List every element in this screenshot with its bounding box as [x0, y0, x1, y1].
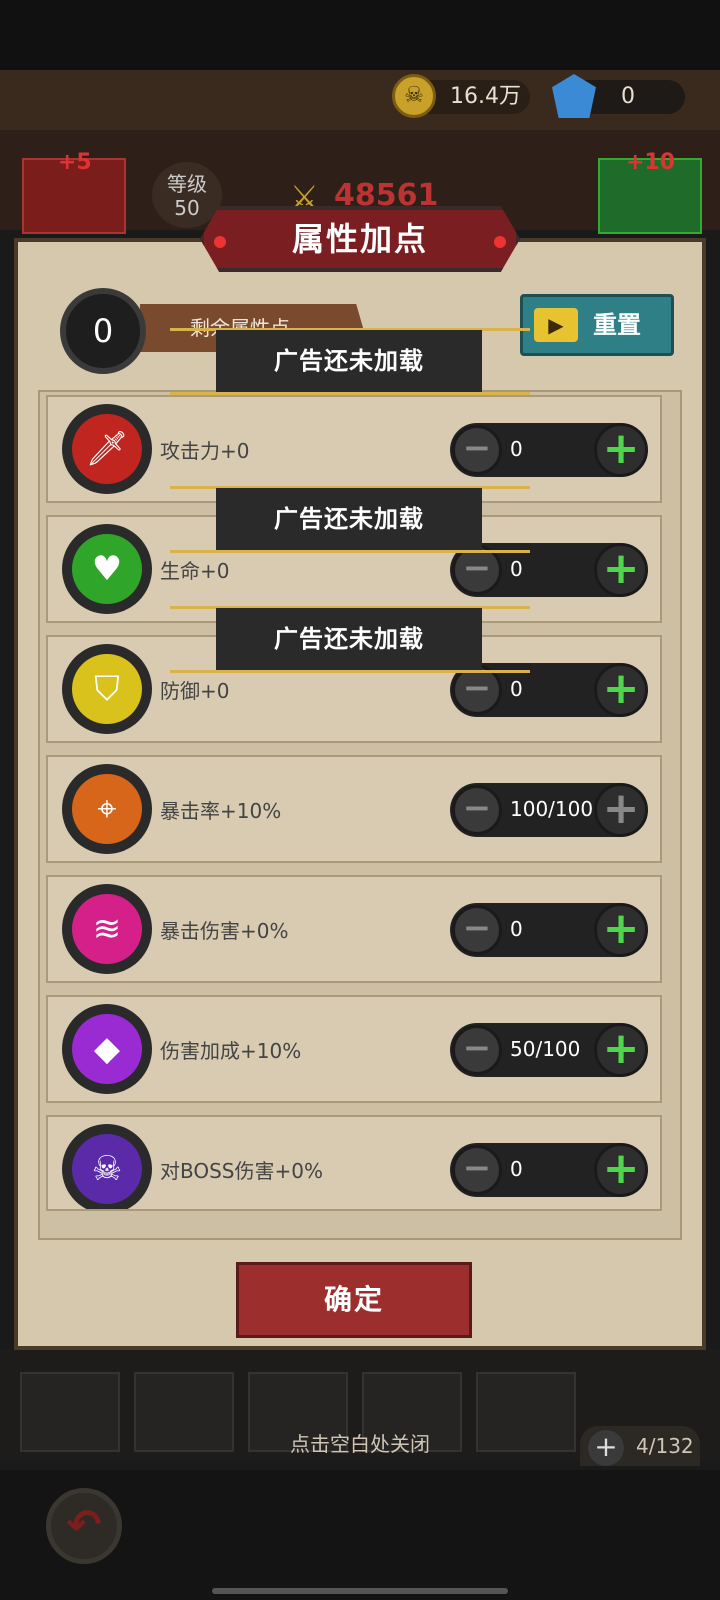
left-slot-bonus: +5	[58, 150, 92, 175]
toast-divider	[170, 550, 530, 553]
increase-button-disabled[interactable]: +	[594, 783, 648, 837]
claw-icon: ≋	[72, 894, 142, 964]
decrease-button[interactable]: −	[452, 785, 502, 835]
crystal-icon: ◆	[72, 1014, 142, 1084]
attribute-value: 0	[510, 677, 523, 701]
status-bar	[0, 0, 720, 70]
ad-not-loaded-toast: 广告还未加载	[216, 608, 482, 670]
attribute-label: 攻击力+0	[160, 439, 250, 463]
level-value: 50	[174, 196, 200, 220]
increase-button[interactable]: +	[594, 543, 648, 597]
heart-icon: ♥	[72, 534, 142, 604]
attribute-value: 0	[510, 557, 523, 581]
decrease-button[interactable]: −	[452, 1025, 502, 1075]
attribute-label: 生命+0	[160, 559, 230, 583]
attribute-value: 0	[510, 1157, 523, 1181]
increase-button[interactable]: +	[594, 1143, 648, 1197]
attribute-value: 100/100	[510, 797, 594, 821]
shield-icon: ⛉	[72, 654, 142, 724]
right-slot-bonus: +10	[626, 150, 676, 175]
attribute-row-crit-rate: ⌖ 暴击率+10% − 100/100 +	[46, 755, 662, 863]
decrease-button[interactable]: −	[452, 425, 502, 475]
increase-button[interactable]: +	[594, 1023, 648, 1077]
crosshair-icon: ⌖	[72, 774, 142, 844]
add-inventory-icon[interactable]: +	[588, 1430, 624, 1466]
attribute-row-boss-damage: ☠ 对BOSS伤害+0% − 0 +	[46, 1115, 662, 1211]
level-badge: 等级 50	[152, 162, 222, 228]
confirm-button[interactable]: 确定	[236, 1262, 472, 1338]
attribute-value: 50/100	[510, 1037, 581, 1061]
attribute-label: 伤害加成+10%	[160, 1039, 302, 1063]
increase-button[interactable]: +	[594, 423, 648, 477]
attribute-row-damage-bonus: ◆ 伤害加成+10% − 50/100 +	[46, 995, 662, 1103]
decrease-button[interactable]: −	[452, 1145, 502, 1195]
increase-button[interactable]: +	[594, 903, 648, 957]
home-indicator[interactable]	[212, 1588, 508, 1594]
remaining-points-value: 0	[60, 288, 146, 374]
toast-divider	[170, 392, 530, 395]
attribute-label: 暴击伤害+0%	[160, 919, 289, 943]
panel-title: 属性加点	[200, 206, 520, 272]
attribute-label: 防御+0	[160, 679, 230, 703]
demon-skull-icon: ☠	[72, 1134, 142, 1204]
level-label: 等级	[167, 172, 207, 196]
decrease-button[interactable]: −	[452, 905, 502, 955]
attribute-value: 0	[510, 917, 523, 941]
skull-coin-icon: ☠	[392, 74, 436, 118]
attribute-value: 0	[510, 437, 523, 461]
sword-icon: 🗡	[72, 414, 142, 484]
ad-not-loaded-toast: 广告还未加载	[216, 330, 482, 392]
back-arrow-icon[interactable]: ↶	[46, 1488, 122, 1564]
attribute-label: 暴击率+10%	[160, 799, 282, 823]
title-gem-right	[494, 236, 506, 248]
title-gem-left	[214, 236, 226, 248]
attribute-row-crit-damage: ≋ 暴击伤害+0% − 0 +	[46, 875, 662, 983]
attribute-label: 对BOSS伤害+0%	[160, 1159, 323, 1183]
video-ad-icon: ▶	[534, 308, 578, 342]
increase-button[interactable]: +	[594, 663, 648, 717]
toast-divider	[170, 670, 530, 673]
ad-not-loaded-toast: 广告还未加载	[216, 488, 482, 550]
